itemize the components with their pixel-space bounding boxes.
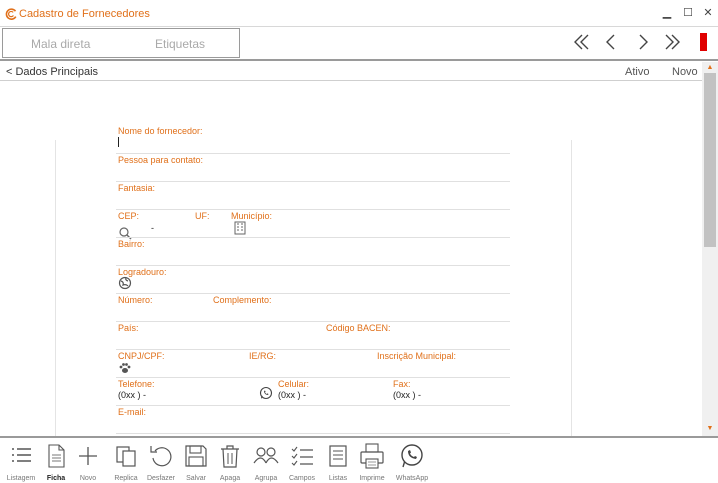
salvar-button[interactable]: Salvar: [180, 440, 212, 483]
checklist-icon: [288, 442, 316, 470]
codigo-bacen-label: Código BACEN:: [326, 323, 391, 333]
form-area: Nome do fornecedor: Pessoa para contato:…: [0, 82, 702, 436]
form-right-border: [571, 140, 572, 436]
scroll-thumb[interactable]: [704, 73, 716, 247]
status-flag: [700, 33, 707, 51]
email-field[interactable]: [116, 433, 510, 434]
novo-button[interactable]: Novo: [72, 440, 104, 483]
inscricao-municipal-label: Inscrição Municipal:: [377, 351, 457, 361]
replica-button[interactable]: Replica: [108, 440, 144, 483]
previous-record-button[interactable]: [599, 30, 623, 56]
previous-icon: [606, 34, 615, 50]
list-icon: [7, 442, 35, 470]
copy-icon: [112, 442, 140, 470]
building-icon[interactable]: [233, 221, 247, 235]
ie-rg-label: IE/RG:: [249, 351, 277, 361]
nome-fornecedor-field[interactable]: [116, 153, 510, 154]
tab-etiquetas[interactable]: Etiquetas: [155, 37, 205, 51]
window-title: Cadastro de Fornecedores: [19, 8, 150, 20]
ativo-toggle[interactable]: Ativo: [625, 66, 649, 78]
section-header: < Dados Principais Ativo Novo: [0, 62, 702, 81]
pais-label: País:: [118, 323, 139, 333]
pessoa-contato-field[interactable]: [116, 181, 510, 182]
first-record-button[interactable]: [569, 30, 593, 56]
fax-value[interactable]: (0xx ) -: [393, 390, 421, 400]
listas-button[interactable]: Listas: [322, 440, 354, 483]
imprime-button[interactable]: Imprime: [354, 440, 390, 483]
fantasia-field[interactable]: [116, 209, 510, 210]
complemento-label: Complemento:: [213, 295, 272, 305]
bairro-label: Bairro:: [118, 239, 145, 249]
close-icon[interactable]: ✕: [700, 5, 716, 21]
trash-icon: [216, 442, 244, 470]
pessoa-contato-label: Pessoa para contato:: [118, 155, 204, 165]
printer-icon: [358, 442, 386, 470]
scroll-down-icon[interactable]: ▼: [705, 425, 715, 433]
plus-icon: [74, 442, 102, 470]
form-left-border: [55, 140, 56, 436]
logradouro-field[interactable]: [116, 293, 510, 294]
last-icon: [665, 34, 680, 50]
listagem-button[interactable]: Listagem: [2, 440, 40, 483]
globe-icon[interactable]: [118, 276, 132, 290]
bairro-field[interactable]: [116, 265, 510, 266]
document-icon: [42, 442, 70, 470]
undo-icon: [147, 442, 175, 470]
app-logo-icon: [5, 7, 17, 20]
uf-label: UF:: [195, 211, 210, 221]
cep-value[interactable]: -: [151, 223, 154, 233]
paw-icon[interactable]: [118, 361, 132, 375]
telefone-label: Telefone:: [118, 379, 155, 389]
section-title-dados-principais[interactable]: < Dados Principais: [6, 66, 98, 78]
ficha-button[interactable]: Ficha: [40, 440, 72, 483]
vertical-scrollbar[interactable]: ▲ ▼: [702, 62, 718, 436]
apaga-button[interactable]: Apaga: [214, 440, 246, 483]
numero-field[interactable]: [116, 321, 510, 322]
tab-group: Mala direta Etiquetas: [2, 28, 240, 58]
lists-icon: [324, 442, 352, 470]
fax-label: Fax:: [393, 379, 411, 389]
cep-field[interactable]: [116, 237, 510, 238]
numero-label: Número:: [118, 295, 153, 305]
scroll-up-icon[interactable]: ▲: [705, 64, 715, 72]
text-caret: [118, 137, 119, 147]
last-record-button[interactable]: [661, 30, 685, 56]
next-icon: [639, 34, 648, 50]
telefone-field[interactable]: [116, 405, 510, 406]
municipio-label: Município:: [231, 211, 273, 221]
next-record-button[interactable]: [631, 30, 655, 56]
maximize-icon[interactable]: ☐: [680, 5, 696, 21]
first-icon: [574, 34, 589, 50]
title-bar: Cadastro de Fornecedores ▁ ☐ ✕: [0, 0, 718, 27]
fantasia-label: Fantasia:: [118, 183, 156, 193]
whatsapp-small-icon[interactable]: [259, 386, 273, 400]
nome-fornecedor-label: Nome do fornecedor:: [118, 126, 203, 136]
campos-button[interactable]: Campos: [284, 440, 320, 483]
celular-label: Celular:: [278, 379, 310, 389]
telefone-value[interactable]: (0xx ) -: [118, 390, 146, 400]
cnpj-cpf-label: CNPJ/CPF:: [118, 351, 165, 361]
email-label: E-mail:: [118, 407, 147, 417]
minimize-icon[interactable]: ▁: [659, 5, 675, 21]
desfazer-button[interactable]: Desfazer: [144, 440, 178, 483]
novo-label[interactable]: Novo: [672, 66, 698, 78]
pais-field[interactable]: [116, 349, 510, 350]
whatsapp-icon: [398, 442, 426, 470]
cnpj-field[interactable]: [116, 377, 510, 378]
save-icon: [182, 442, 210, 470]
bottom-toolbar: Listagem Ficha Novo Replica Desfazer Sal…: [0, 436, 718, 483]
group-icon: [252, 442, 280, 470]
agrupa-button[interactable]: Agrupa: [248, 440, 284, 483]
top-toolbar: Mala direta Etiquetas: [0, 27, 718, 61]
celular-value[interactable]: (0xx ) -: [278, 390, 306, 400]
tab-mala-direta[interactable]: Mala direta: [31, 37, 90, 51]
whatsapp-button[interactable]: WhatsApp: [390, 440, 434, 483]
cep-label: CEP:: [118, 211, 140, 221]
